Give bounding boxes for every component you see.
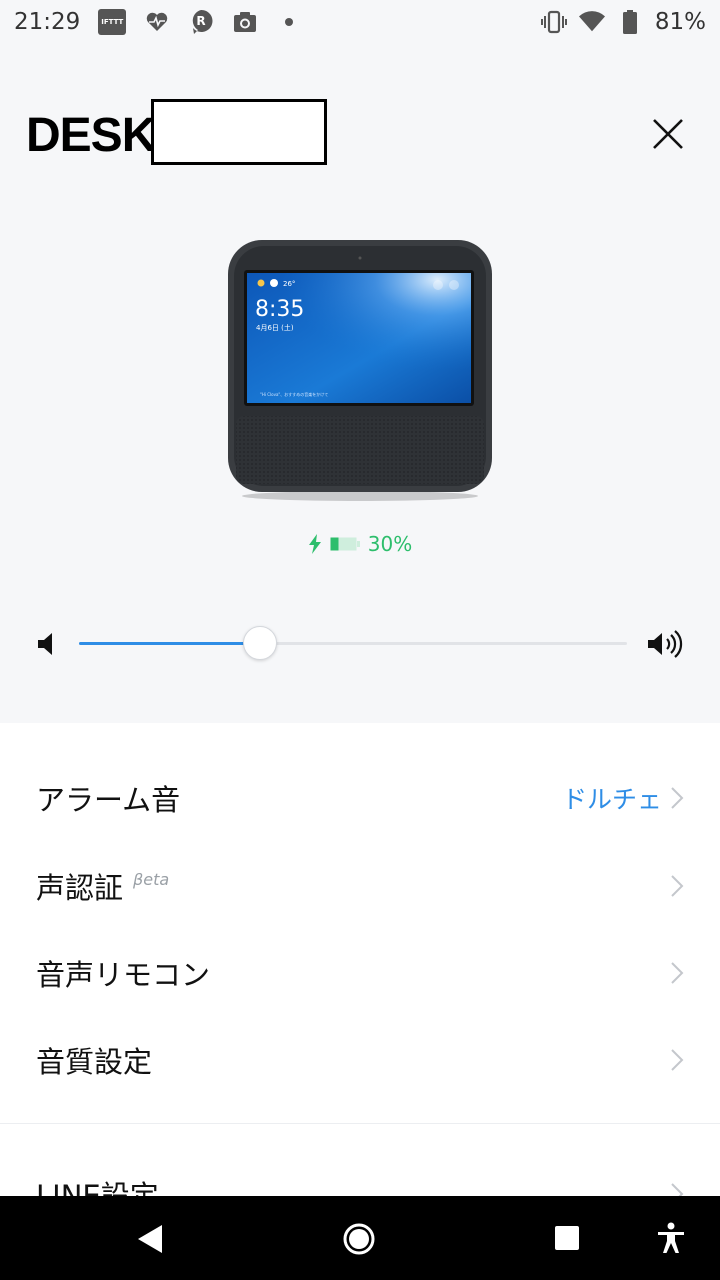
setting-voice-auth[interactable]: 声認証 βeta bbox=[0, 842, 720, 930]
volume-slider[interactable] bbox=[79, 626, 627, 660]
divider bbox=[0, 1123, 720, 1124]
system-nav-bar bbox=[0, 1196, 720, 1280]
device-battery: 30% bbox=[0, 530, 720, 558]
setting-sound-quality[interactable]: 音質設定 bbox=[0, 1016, 720, 1104]
setting-label: 音声リモコン bbox=[36, 958, 211, 992]
page-title: DESK bbox=[26, 109, 156, 162]
charging-bolt-icon bbox=[308, 534, 321, 554]
back-icon[interactable] bbox=[136, 1224, 164, 1254]
redacted-name-box bbox=[151, 99, 327, 165]
svg-text:R: R bbox=[197, 14, 206, 28]
setting-value: ドルチェ bbox=[561, 785, 662, 814]
setting-voice-remote[interactable]: 音声リモコン bbox=[0, 929, 720, 1017]
device-screen-date: 4月6日 (土) bbox=[256, 323, 294, 332]
home-icon[interactable] bbox=[342, 1222, 376, 1256]
volume-slider-thumb[interactable] bbox=[242, 626, 277, 660]
wifi-icon bbox=[578, 9, 605, 35]
chevron-right-icon bbox=[671, 787, 684, 809]
camera-icon bbox=[232, 9, 258, 35]
volume-low-icon[interactable] bbox=[36, 632, 56, 656]
volume-slider-fill bbox=[79, 642, 260, 645]
heart-pulse-icon bbox=[144, 9, 170, 35]
r-badge-icon: R bbox=[188, 9, 214, 35]
vibrate-icon bbox=[540, 9, 567, 35]
device-screen-time: 8:35 bbox=[255, 297, 304, 322]
chevron-right-icon bbox=[671, 875, 684, 897]
settings-list: アラーム音 ドルチェ 声認証 βeta 音声リモコン 音質設定 LINE設定 bbox=[0, 723, 720, 1213]
device-image: 26° 8:35 4月6日 (土) "Hi Clova"、おすすめの音楽をかけて bbox=[226, 238, 494, 502]
close-button[interactable] bbox=[646, 112, 690, 156]
setting-label: 音質設定 bbox=[36, 1045, 153, 1079]
setting-label: 声認証 bbox=[36, 871, 124, 905]
chevron-right-icon bbox=[671, 1049, 684, 1071]
status-time: 21:29 bbox=[14, 9, 81, 35]
close-icon bbox=[653, 119, 683, 149]
dot-icon bbox=[276, 9, 302, 35]
battery-level-text: 30% bbox=[367, 532, 413, 556]
accessibility-icon[interactable] bbox=[656, 1222, 686, 1254]
volume-high-icon[interactable] bbox=[646, 630, 686, 658]
volume-control bbox=[0, 620, 720, 668]
status-bar: 21:29 IFTTT R 81% bbox=[0, 0, 720, 44]
device-screen-prompt: "Hi Clova"、おすすめの音楽をかけて bbox=[260, 391, 328, 397]
setting-label: アラーム音 bbox=[36, 783, 181, 817]
recents-icon[interactable] bbox=[554, 1225, 580, 1251]
ifttt-icon: IFTTT bbox=[98, 9, 127, 35]
chevron-right-icon bbox=[671, 962, 684, 984]
device-screen-temp: 26° bbox=[283, 280, 295, 288]
setting-alarm-sound[interactable]: アラーム音 ドルチェ bbox=[0, 754, 720, 842]
beta-badge: βeta bbox=[133, 869, 170, 889]
battery-icon bbox=[617, 9, 643, 35]
battery-level-icon bbox=[330, 537, 360, 551]
battery-percent: 81% bbox=[654, 9, 706, 35]
